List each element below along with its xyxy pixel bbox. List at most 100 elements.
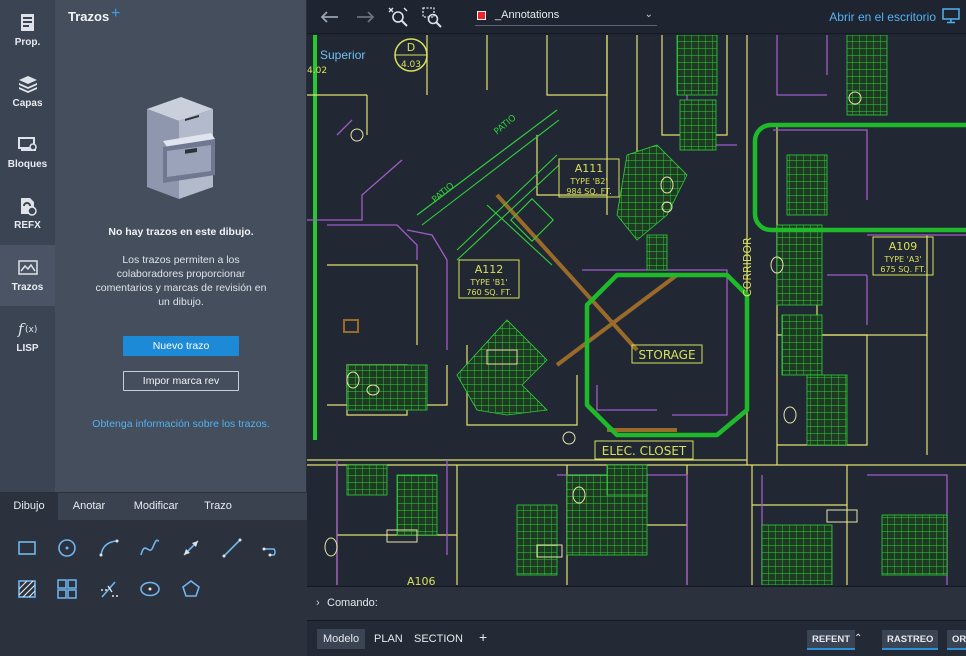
learn-markups-link[interactable]: Obtenga información sobre los trazos.	[55, 418, 307, 430]
grid-partial: 4.02	[307, 66, 327, 76]
dimension-tool[interactable]	[178, 535, 204, 561]
trim-tool[interactable]	[96, 576, 122, 602]
arc-tool[interactable]	[96, 535, 122, 561]
add-layout-button[interactable]: +	[479, 629, 487, 645]
desktop-monitor-icon[interactable]	[942, 8, 960, 24]
side-rail: Prop. Capas Bloques REFX Trazos f (x) LI…	[0, 0, 55, 492]
rail-label: Bloques	[7, 159, 48, 170]
room-storage-label: STORAGE	[638, 348, 695, 362]
tab-trazo[interactable]: Trazo	[192, 493, 244, 520]
rail-item-refx[interactable]: REFX	[0, 183, 55, 244]
rail-item-blocks[interactable]: Bloques	[0, 122, 55, 183]
empty-state-title: No hay trazos en este dibujo.	[108, 226, 254, 238]
rectangle-icon	[18, 541, 36, 555]
rail-item-markups[interactable]: Trazos	[0, 245, 55, 306]
rail-label: REFX	[14, 220, 41, 231]
rail-item-properties[interactable]: Prop.	[0, 0, 55, 61]
room-elec-closet-label: ELEC. CLOSET	[602, 444, 687, 458]
command-prompt: Comando:	[327, 597, 378, 609]
layout-tab-modelo[interactable]: Modelo	[317, 629, 366, 649]
dimension-icon	[183, 540, 199, 556]
panel-title: Trazos	[68, 9, 110, 24]
layer-color-swatch	[477, 11, 486, 20]
import-markup-button[interactable]: Impor marca rev	[123, 371, 239, 391]
trim-icon	[101, 581, 118, 598]
chevron-down-icon: ⌄	[644, 9, 653, 20]
rail-item-lisp[interactable]: f (x) LISP	[0, 306, 55, 367]
hatch-icon	[18, 580, 36, 598]
drawing-tools	[0, 520, 307, 656]
polyline-tool[interactable]	[260, 535, 286, 561]
room-a111-name: A111	[575, 162, 604, 175]
lisp-icon: f (x)	[17, 318, 39, 340]
rail-label: LISP	[16, 343, 39, 354]
polygon-icon	[182, 580, 200, 597]
xref-icon	[17, 195, 39, 217]
rail-item-layers[interactable]: Capas	[0, 61, 55, 122]
empty-state-description: Los trazos permiten a los colaboradores …	[95, 254, 267, 308]
markups-icon	[17, 257, 39, 279]
ellipse-tool[interactable]	[137, 576, 163, 602]
layer-name: _Annotations	[495, 9, 560, 21]
room-a112-type: TYPE 'B1'	[469, 278, 507, 287]
rectangle-tool[interactable]	[14, 535, 40, 561]
layer-dropdown[interactable]: _Annotations ⌄	[475, 6, 657, 26]
room-a112-name: A112	[475, 263, 504, 276]
tab-dibujo[interactable]: Dibujo	[0, 493, 58, 520]
room-a111-area: 984 SQ. FT.	[566, 187, 611, 196]
circle-icon	[58, 539, 76, 557]
spline-tool[interactable]	[137, 535, 163, 561]
room-a112-area: 760 SQ. FT.	[466, 288, 511, 297]
polyline-icon	[262, 547, 276, 557]
arc-icon	[99, 539, 119, 557]
polygon-tool[interactable]	[178, 576, 204, 602]
tool-palette: Dibujo Anotar Modificar Trazo	[0, 492, 307, 656]
room-a109-type: TYPE 'A3'	[883, 255, 921, 264]
undo-button[interactable]	[319, 6, 341, 28]
patio-label: PATIO	[493, 113, 519, 137]
layout-tab-section[interactable]: SECTION	[408, 629, 469, 649]
app-window: Prop. Capas Bloques REFX Trazos f (x) LI…	[0, 0, 966, 656]
room-a111-type: TYPE 'B2'	[569, 177, 607, 186]
view-cube-label[interactable]: Superior	[317, 47, 369, 63]
palette-tabs: Dibujo Anotar Modificar Trazo	[0, 493, 307, 520]
zoom-extents-button[interactable]	[387, 6, 409, 28]
tab-anotar[interactable]: Anotar	[58, 493, 120, 520]
tab-modificar[interactable]: Modificar	[120, 493, 192, 520]
zoom-window-button[interactable]	[421, 6, 443, 28]
chevron-right-icon: ›	[316, 597, 320, 609]
rail-label: Capas	[12, 98, 43, 109]
markups-panel: Trazos + No hay trazos en este dibujo. L…	[55, 0, 307, 492]
spline-icon	[140, 539, 160, 556]
ellipse-icon	[140, 581, 160, 597]
array-tool[interactable]	[54, 576, 80, 602]
rail-label: Trazos	[11, 282, 44, 293]
room-a109-area: 675 SQ. FT.	[880, 265, 925, 274]
layout-tab-plan[interactable]: PLAN	[368, 629, 409, 649]
redo-icon	[357, 11, 375, 23]
redo-button[interactable]	[354, 6, 376, 28]
array-icon	[57, 579, 77, 599]
otrack-toggle[interactable]: RASTREO	[882, 630, 939, 650]
drawing-canvas[interactable]: D 4.03 4.02 A111 TYPE 'B2' 984 SQ. FT. A…	[307, 35, 966, 585]
line-tool[interactable]	[219, 535, 245, 561]
command-line[interactable]: › Comando:	[307, 586, 966, 620]
open-in-desktop-link[interactable]: Abrir en el escritorio	[829, 10, 936, 24]
room-a106-name: A106	[407, 575, 436, 585]
add-markup-button[interactable]: +	[111, 5, 120, 23]
undo-icon	[320, 11, 338, 23]
hatch-tool[interactable]	[14, 576, 40, 602]
grid-letter: D	[407, 41, 415, 54]
svg-text:(x): (x)	[25, 325, 37, 335]
room-a109-name: A109	[889, 240, 918, 253]
osnap-toggle[interactable]: REFENT	[807, 630, 855, 650]
circle-tool[interactable]	[54, 535, 80, 561]
line-icon	[222, 538, 242, 558]
new-markup-button[interactable]: Nuevo trazo	[123, 336, 239, 356]
ortho-toggle[interactable]: OR	[947, 630, 966, 650]
properties-icon	[17, 12, 39, 34]
chevron-up-icon[interactable]: ⌃	[854, 633, 862, 644]
zoom-extents-icon	[388, 7, 408, 27]
blocks-icon	[17, 134, 39, 156]
zoom-window-icon	[422, 7, 442, 28]
